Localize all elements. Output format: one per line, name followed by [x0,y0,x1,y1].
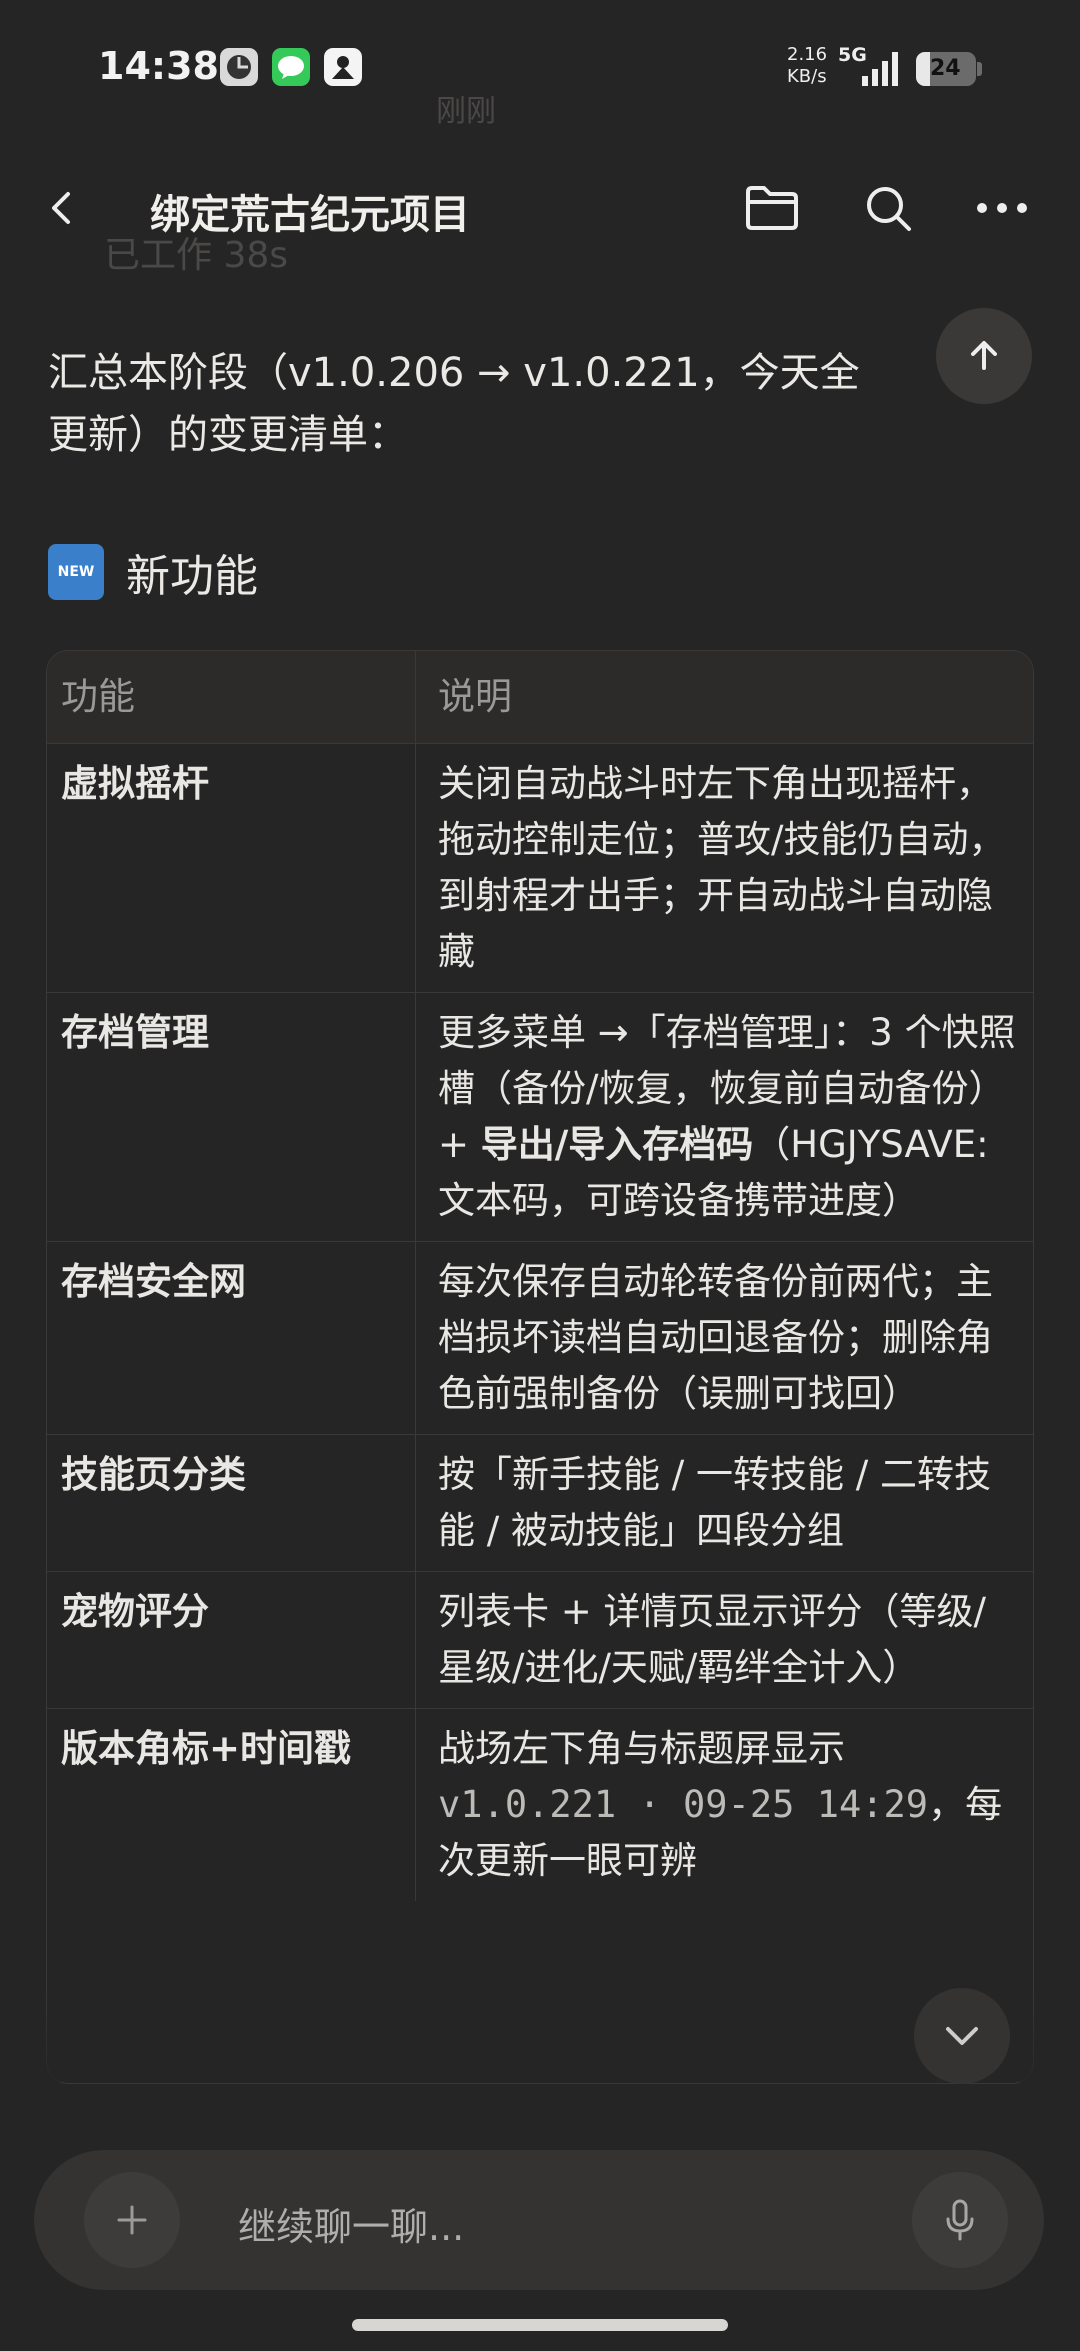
search-button[interactable] [856,176,920,240]
column-header-description: 说明 [415,651,1033,744]
arrow-up-icon [971,341,997,370]
network-speed: 2.16 KB/s [787,44,828,87]
feature-name: 存档管理 [47,992,416,1242]
back-icon [52,192,70,224]
feature-description: 关闭自动战斗时左下角出现摇杆，拖动控制走位；普攻/技能仍自动，到射程才出手；开自… [415,743,1033,993]
bold-text: 导出/导入存档码 [480,1123,754,1166]
clock: 14:38 [98,44,219,88]
summary-intro: 汇总本阶段（v1.0.206 → v1.0.221，今天全 更新）的变更清单： [48,342,1008,466]
column-header-feature: 功能 [47,651,416,744]
page-title: 绑定荒古纪元项目 [150,192,470,238]
chevron-down-icon [946,2027,978,2045]
table-row: 版本角标+时间戳 战场左下角与标题屏显示 v1.0.221 · 09-25 14… [47,1708,1033,1901]
app-icon [324,48,362,86]
table-header-row: 功能 说明 [47,651,1033,744]
feature-name: 技能页分类 [47,1434,416,1572]
feature-name: 版本角标+时间戳 [47,1708,416,1901]
scroll-to-bottom-button[interactable] [914,1988,1010,2084]
feature-description: 战场左下角与标题屏显示 v1.0.221 · 09-25 14:29，每次更新一… [415,1708,1033,1901]
scroll-to-top-button[interactable] [936,308,1032,404]
feature-description: 列表卡 + 详情页显示评分（等级/星级/进化/天赋/羁绊全计入） [415,1571,1033,1709]
feature-name: 存档安全网 [47,1241,416,1435]
new-badge-icon: NEW [48,544,104,600]
search-icon [867,187,911,231]
home-indicator[interactable] [352,2319,728,2331]
status-bar: 14:38 2.16 KB/s 5G 24 [0,0,1080,140]
section-title: 新功能 [126,551,258,602]
message-input[interactable]: 继续聊一聊... [238,2196,464,2251]
intro-line-2: 更新）的变更清单： [48,412,408,458]
more-button[interactable] [970,176,1034,240]
folder-icon [746,186,798,230]
inline-code: v1.0.221 · 09-25 14:29 [438,1783,929,1826]
feature-description: 按「新手技能 / 一转技能 / 二转技能 / 被动技能」四段分组 [415,1434,1033,1572]
feature-description: 每次保存自动轮转备份前两代；主档损坏读档自动回退备份；删除角色前强制备份（误删可… [415,1241,1033,1435]
voice-input-button[interactable] [912,2172,1008,2268]
more-icon [977,203,1027,213]
message-input-bar[interactable]: 继续聊一聊... [34,2150,1044,2290]
back-button[interactable] [30,176,94,240]
intro-line-1: 汇总本阶段（v1.0.206 → v1.0.221，今天全 [48,350,860,396]
table-row: 宠物评分 列表卡 + 详情页显示评分（等级/星级/进化/天赋/羁绊全计入） [47,1571,1033,1709]
plus-icon [117,2205,147,2235]
folder-button[interactable] [740,176,804,240]
feature-description: 更多菜单 →「存档管理」：3 个快照槽（备份/恢复，恢复前自动备份）+ 导出/导… [415,992,1033,1242]
table-row: 技能页分类 按「新手技能 / 一转技能 / 二转技能 / 被动技能」四段分组 [47,1434,1033,1572]
table-row: 虚拟摇杆 关闭自动战斗时左下角出现摇杆，拖动控制走位；普攻/技能仍自动，到射程才… [47,743,1033,993]
section-heading: NEW 新功能 [48,540,258,604]
battery-icon: 24 [916,52,976,86]
feature-table[interactable]: 功能 说明 虚拟摇杆 关闭自动战斗时左下角出现摇杆，拖动控制走位；普攻/技能仍自… [46,650,1034,2084]
table-row: 存档管理 更多菜单 →「存档管理」：3 个快照槽（备份/恢复，恢复前自动备份）+… [47,992,1033,1242]
message-app-icon [272,48,310,86]
add-attachment-button[interactable] [84,2172,180,2268]
microphone-icon [946,2199,974,2241]
signal-icon [862,52,898,86]
battery-tip [977,62,982,76]
feature-name: 宠物评分 [47,1571,416,1709]
table-row: 存档安全网 每次保存自动轮转备份前两代；主档损坏读档自动回退备份；删除角色前强制… [47,1241,1033,1435]
ghost-timestamp: 刚刚 [436,94,496,129]
app-notification-icon [220,48,258,86]
feature-name: 虚拟摇杆 [47,743,416,993]
